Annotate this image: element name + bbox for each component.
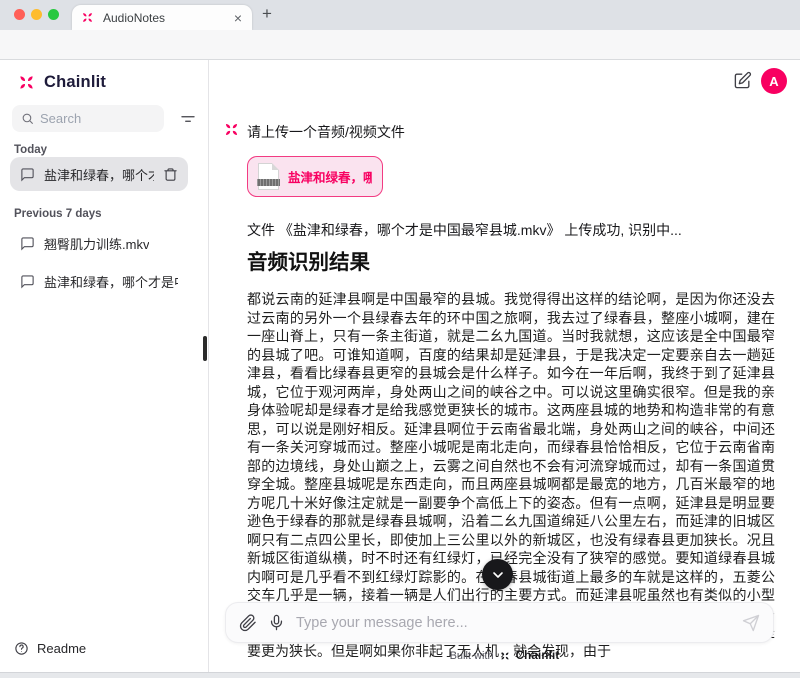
file-label-strip xyxy=(257,179,280,186)
search-input[interactable] xyxy=(40,111,155,126)
tab-close-icon[interactable]: × xyxy=(232,11,244,25)
chainlit-favicon-icon xyxy=(80,10,95,25)
file-fold-corner xyxy=(272,163,279,170)
help-circle-icon xyxy=(15,642,28,655)
message-composer xyxy=(225,602,774,643)
window-close-button[interactable] xyxy=(14,9,25,20)
result-heading: 音频识别结果 xyxy=(247,251,370,274)
built-with-text: Built with xyxy=(449,650,494,662)
user-avatar[interactable]: A xyxy=(761,68,787,94)
window-zoom-button[interactable] xyxy=(48,9,59,20)
send-icon[interactable] xyxy=(742,614,760,632)
browser-toolbar: ← localhost:15433/thread/ac63aab6-b626-4… xyxy=(0,30,800,87)
message-input[interactable] xyxy=(296,614,731,631)
sidebar: Chainlit Today 盐津和绿春，哪个才是中... Previous 7… xyxy=(0,60,209,672)
built-with-footer: Built with Chainlit xyxy=(209,650,800,662)
search-box[interactable] xyxy=(12,105,164,132)
brand-wordmark: Chainlit xyxy=(44,73,107,91)
assistant-message: 请上传一个音频/视频文件 xyxy=(247,124,405,140)
window-bottom-edge xyxy=(0,672,800,678)
search-row xyxy=(12,105,197,132)
audionotes-app: Chainlit Today 盐津和绿春，哪个才是中... Previous 7… xyxy=(0,60,800,672)
section-label-today: Today xyxy=(14,144,48,156)
section-label-previous: Previous 7 days xyxy=(14,208,102,220)
thread-item[interactable]: 盐津和绿春，哪个才是中国... xyxy=(10,264,188,298)
search-icon xyxy=(22,113,33,124)
scroll-to-bottom-button[interactable] xyxy=(482,559,513,590)
chainlit-logo-icon xyxy=(16,72,37,93)
new-chat-icon[interactable] xyxy=(733,71,752,90)
built-with-brand[interactable]: Chainlit xyxy=(516,650,560,662)
browser-tab-bar: AudioNotes × + xyxy=(0,0,800,30)
sidebar-resize-handle[interactable] xyxy=(203,336,207,361)
file-icon xyxy=(257,163,280,190)
chainlit-footer-logo-icon xyxy=(499,650,511,662)
tab-title: AudioNotes xyxy=(103,10,166,25)
microphone-icon[interactable] xyxy=(268,614,285,631)
chat-bubble-icon xyxy=(21,236,34,250)
brand-row: Chainlit xyxy=(16,72,106,93)
chat-bubble-icon xyxy=(21,167,34,181)
thread-title: 盐津和绿春，哪个才是中国... xyxy=(44,274,178,290)
attachment-chip[interactable]: 盐津和绿春，哪... xyxy=(247,156,383,197)
screen: { "colors": { "brand_pink": "#F80061", "… xyxy=(0,0,800,678)
assistant-avatar-icon xyxy=(222,120,241,139)
browser-tab-audionotes[interactable]: AudioNotes × xyxy=(72,5,252,30)
attachment-name: 盐津和绿春，哪... xyxy=(288,171,372,185)
window-minimize-button[interactable] xyxy=(31,9,42,20)
chat-main: A 请上传一个音频/视频文件 盐津和绿春，哪... 文件 《盐津和绿春，哪个才是… xyxy=(209,60,800,672)
delete-thread-icon[interactable] xyxy=(163,167,178,182)
chat-bubble-icon xyxy=(21,274,34,288)
thread-title: 盐津和绿春，哪个才是中... xyxy=(44,167,154,183)
thread-title: 翘臀肌力训练.mkv xyxy=(44,236,150,252)
thread-item[interactable]: 翘臀肌力训练.mkv xyxy=(10,226,188,260)
attach-file-icon[interactable] xyxy=(239,613,257,632)
upload-status-text: 文件 《盐津和绿春，哪个才是中国最窄县城.mkv》 上传成功, 识别中... xyxy=(247,222,682,238)
readme-label: Readme xyxy=(37,641,87,656)
readme-link[interactable]: Readme xyxy=(14,641,86,656)
thread-item-selected[interactable]: 盐津和绿春，哪个才是中... xyxy=(10,157,188,191)
new-tab-button[interactable]: + xyxy=(262,4,272,24)
filter-icon[interactable] xyxy=(179,110,197,128)
chevron-down-icon xyxy=(492,571,503,578)
